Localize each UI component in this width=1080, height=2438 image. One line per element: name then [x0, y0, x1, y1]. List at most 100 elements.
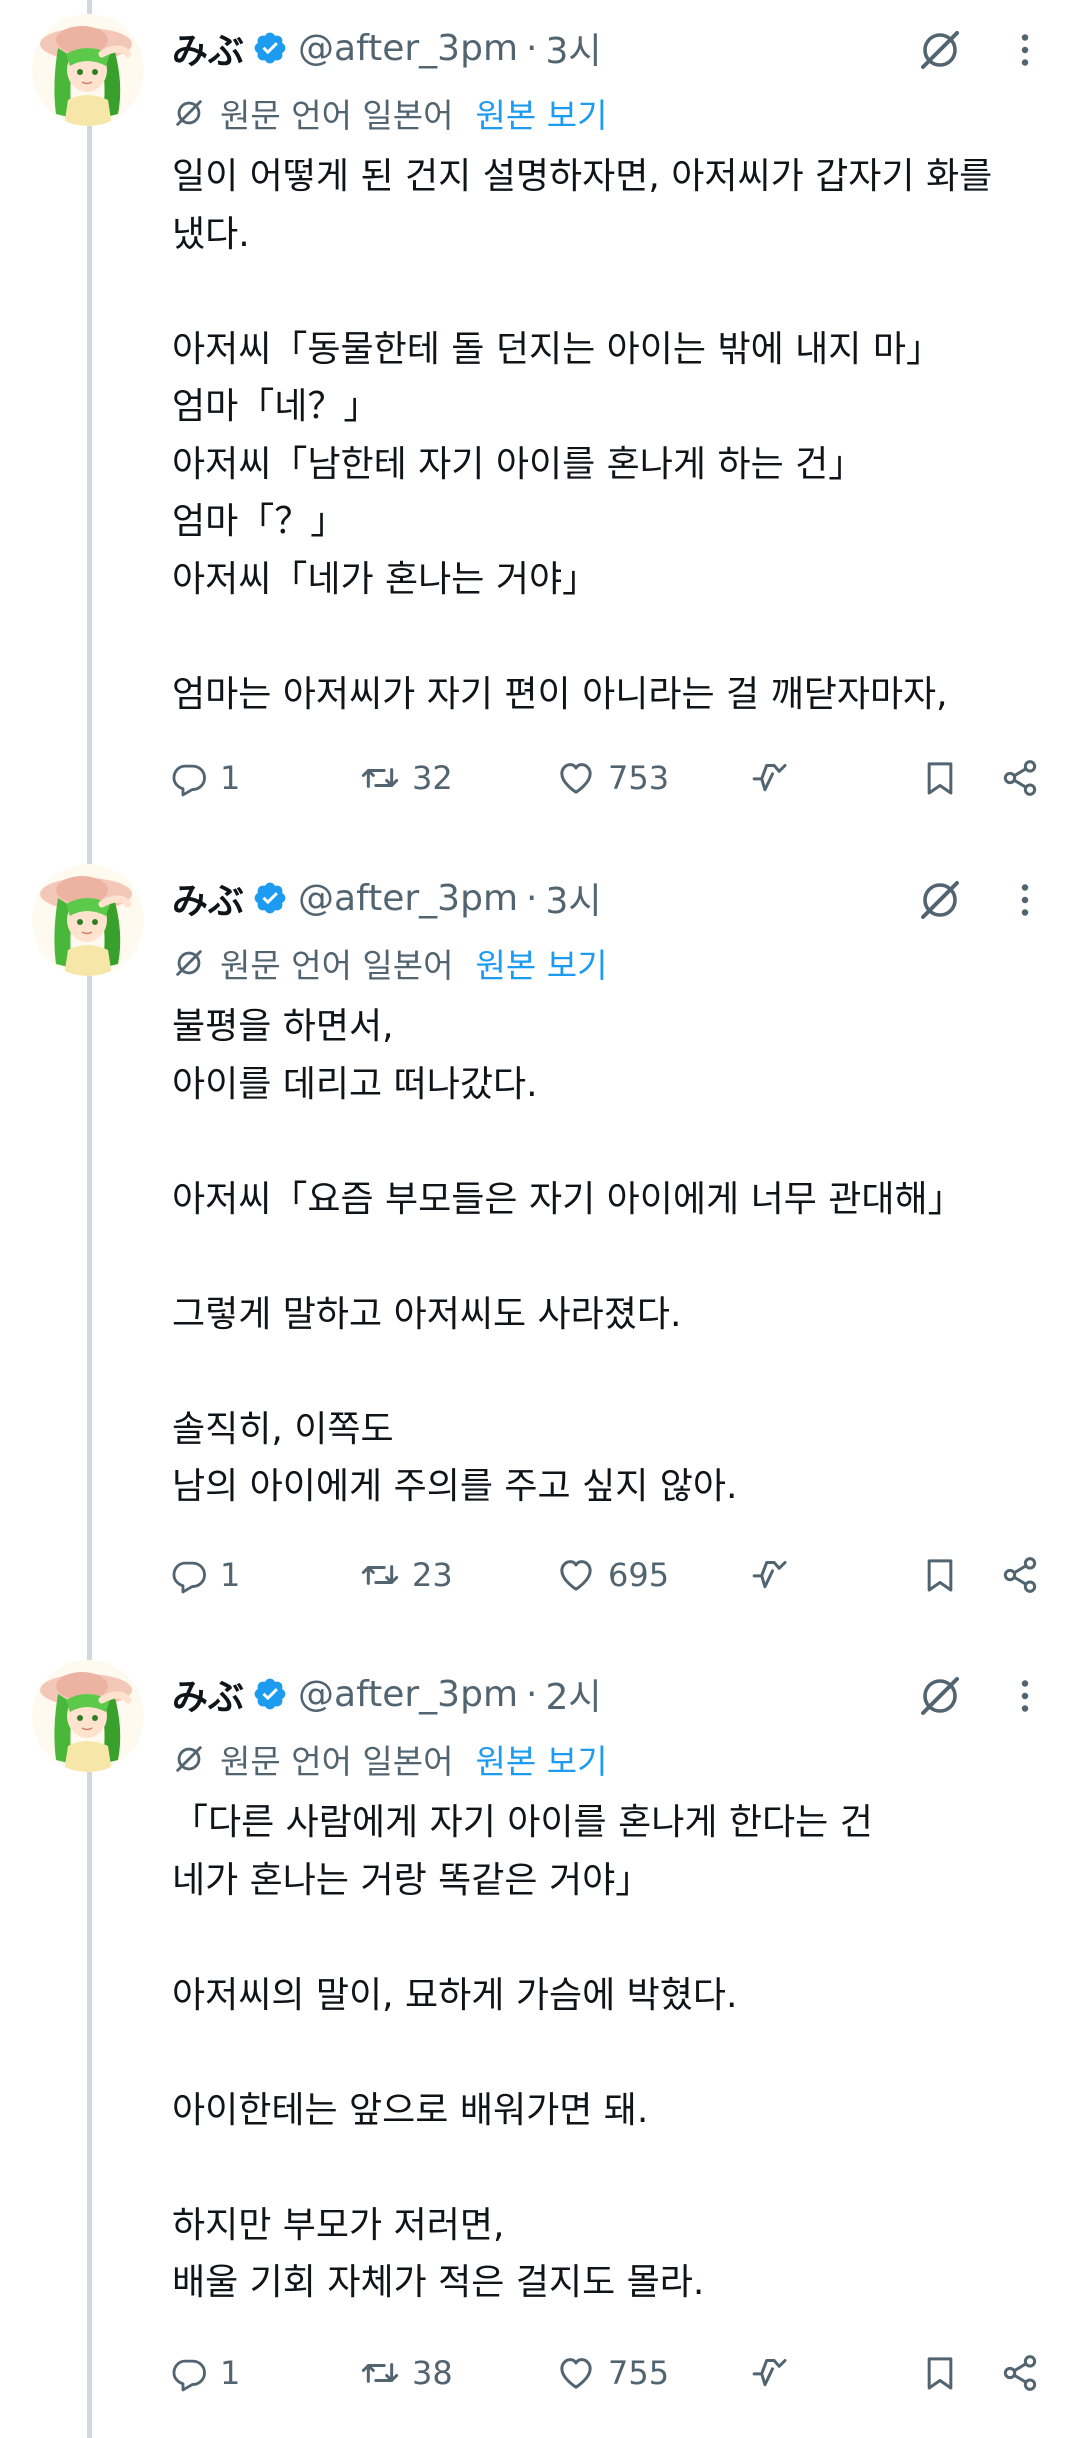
show-original-link[interactable]: 원본 보기	[476, 1735, 608, 1783]
tweet-text: 일이 어떻게 된 건지 설명하자면, 아저씨가 갑자기 화를 냈다. 아저씨「동물한…	[172, 148, 1052, 723]
tweet-text-line: 그렇게 말하고 아저씨도 사라졌다.	[172, 1293, 682, 1335]
tweet-text-line: 아저씨「요즘 부모들은 자기 아이에게 너무 관대해」	[172, 1178, 964, 1220]
grok-icon[interactable]	[912, 1668, 968, 1724]
bookmark-icon[interactable]	[920, 758, 960, 798]
share-icon[interactable]	[1000, 2353, 1040, 2393]
repost-count: 32	[412, 759, 453, 797]
post-time[interactable]: 3시	[545, 872, 601, 924]
reply-button[interactable]: 1	[170, 748, 240, 808]
avatar[interactable]	[32, 14, 144, 126]
share-button[interactable]	[1000, 748, 1040, 808]
post-time[interactable]: 3시	[545, 22, 601, 74]
more-options-icon[interactable]	[1010, 872, 1040, 928]
share-icon[interactable]	[1000, 758, 1040, 798]
like-count: 695	[608, 1556, 670, 1594]
reply-count: 1	[220, 2354, 241, 2392]
like-icon[interactable]	[556, 758, 596, 798]
verified-badge-icon	[252, 880, 288, 916]
stats-icon[interactable]	[750, 2353, 790, 2393]
tweet-text: 「다른 사람에게 자기 아이를 혼나게 한다는 건 네가 혼나는 거랑 똑같은 거…	[172, 1794, 1052, 2312]
author-handle[interactable]: @after_3pm	[298, 878, 518, 919]
stats-button[interactable]	[750, 748, 790, 808]
avatar[interactable]	[32, 864, 144, 976]
like-button[interactable]: 753	[556, 748, 669, 808]
like-button[interactable]: 695	[556, 1545, 669, 1605]
author-name[interactable]: みぶ	[172, 872, 244, 924]
repost-icon[interactable]	[360, 2353, 400, 2393]
separator-dot: ·	[526, 27, 538, 69]
tweet-text-line: 네가 혼나는 거랑 똑같은 거야」	[172, 1859, 652, 1901]
reply-button[interactable]: 1	[170, 1545, 240, 1605]
show-original-link[interactable]: 원본 보기	[476, 89, 608, 137]
translation-row: 원문 언어 일본어 원본 보기	[172, 1734, 607, 1784]
tweet: みぶ @after_3pm · 3시 원문 언어 일본어 원본 보기 불평을 하면서, 아이를…	[0, 850, 1080, 1615]
tweet-actions: 1 32 753	[0, 748, 1080, 808]
bookmark-icon[interactable]	[920, 2353, 960, 2393]
tweet-text-line: 불평을 하면서,	[172, 1006, 394, 1047]
bookmark-icon[interactable]	[920, 1555, 960, 1595]
reply-icon[interactable]	[170, 1556, 208, 1594]
tweet-text-line: 솔직히, 이쪽도	[172, 1408, 394, 1450]
bookmark-button[interactable]	[920, 2343, 960, 2403]
repost-button[interactable]: 32	[360, 748, 453, 808]
like-count: 753	[608, 759, 670, 797]
tweet-text-line: 하지만 부모가 저러면,	[172, 2204, 505, 2246]
grok-icon[interactable]	[912, 872, 968, 928]
reply-count: 1	[220, 1556, 241, 1594]
tweet-actions: 1 38 755	[0, 2343, 1080, 2403]
verified-badge-icon	[252, 1676, 288, 1712]
reply-icon[interactable]	[170, 759, 208, 797]
translation-row: 원문 언어 일본어 원본 보기	[172, 88, 607, 138]
repost-count: 23	[412, 1556, 453, 1594]
share-icon[interactable]	[1000, 1555, 1040, 1595]
bookmark-button[interactable]	[920, 1545, 960, 1605]
translation-note: 원문 언어 일본어	[220, 946, 454, 985]
show-original-link[interactable]: 원본 보기	[476, 939, 608, 987]
repost-button[interactable]: 38	[360, 2343, 453, 2403]
bookmark-button[interactable]	[920, 748, 960, 808]
stats-button[interactable]	[750, 1545, 790, 1605]
repost-icon[interactable]	[360, 1555, 400, 1595]
tweet-text-line: 배울 기회 자체가 적은 걸지도 몰라.	[172, 2262, 705, 2303]
like-icon[interactable]	[556, 2353, 596, 2393]
like-button[interactable]: 755	[556, 2343, 669, 2403]
author-name[interactable]: みぶ	[172, 22, 244, 74]
like-count: 755	[608, 2354, 670, 2392]
tweet: みぶ @after_3pm · 3시원문 언어 일본어 원본 보기일이 어떻게 된 건지…	[0, 0, 1080, 818]
tweet-text-line: 아저씨「남한테 자기 아이를 혼나게 하는 건」	[172, 443, 865, 485]
tweet-text-line	[172, 2024, 1052, 2082]
repost-button[interactable]: 23	[360, 1545, 453, 1605]
author-handle[interactable]: @after_3pm	[298, 28, 518, 69]
reply-button[interactable]: 1	[170, 2343, 240, 2403]
tweet-header: みぶ @after_3pm · 3시	[172, 18, 602, 78]
author-name[interactable]: みぶ	[172, 1668, 244, 1720]
separator-dot: ·	[526, 1673, 538, 1715]
tweet-text-line: 아저씨의 말이, 묘하게 가슴에 박혔다.	[172, 1974, 738, 2016]
tweet: みぶ @after_3pm · 2시원문 언어 일본어 원본 보기 「다른 사람에게 자기…	[0, 1646, 1080, 2413]
stats-icon[interactable]	[750, 758, 790, 798]
author-handle[interactable]: @after_3pm	[298, 1674, 518, 1715]
more-options-icon[interactable]	[1010, 22, 1040, 78]
tweet-text-line: 일이 어떻게 된 건지 설명하자면, 아저씨가 갑자기 화를	[172, 156, 993, 197]
translate-icon	[172, 1742, 206, 1776]
translate-icon	[172, 96, 206, 130]
avatar[interactable]	[32, 1660, 144, 1772]
post-time[interactable]: 2시	[545, 1668, 601, 1720]
tweet-text-line	[172, 1909, 1052, 1967]
share-button[interactable]	[1000, 1545, 1040, 1605]
more-options-icon[interactable]	[1010, 1668, 1040, 1724]
tweet-header: みぶ @after_3pm · 2시	[172, 1664, 602, 1724]
grok-icon[interactable]	[912, 22, 968, 78]
stats-button[interactable]	[750, 2343, 790, 2403]
tweet-text-line: 아이를 데리고 떠나갔다.	[172, 1063, 538, 1105]
repost-icon[interactable]	[360, 758, 400, 798]
tweet-text-line: 엄마「네？」	[172, 386, 380, 427]
reply-icon[interactable]	[170, 2354, 208, 2392]
tweet-text-line: 남의 아이에게 주의를 주고 싶지 않아.	[172, 1466, 738, 1507]
stats-icon[interactable]	[750, 1555, 790, 1595]
tweet-header: みぶ @after_3pm · 3시	[172, 868, 602, 928]
share-button[interactable]	[1000, 2343, 1040, 2403]
like-icon[interactable]	[556, 1555, 596, 1595]
tweet-text-line: 냈다.	[172, 213, 250, 255]
tweet-text-line: 엄마「？」	[172, 501, 347, 542]
